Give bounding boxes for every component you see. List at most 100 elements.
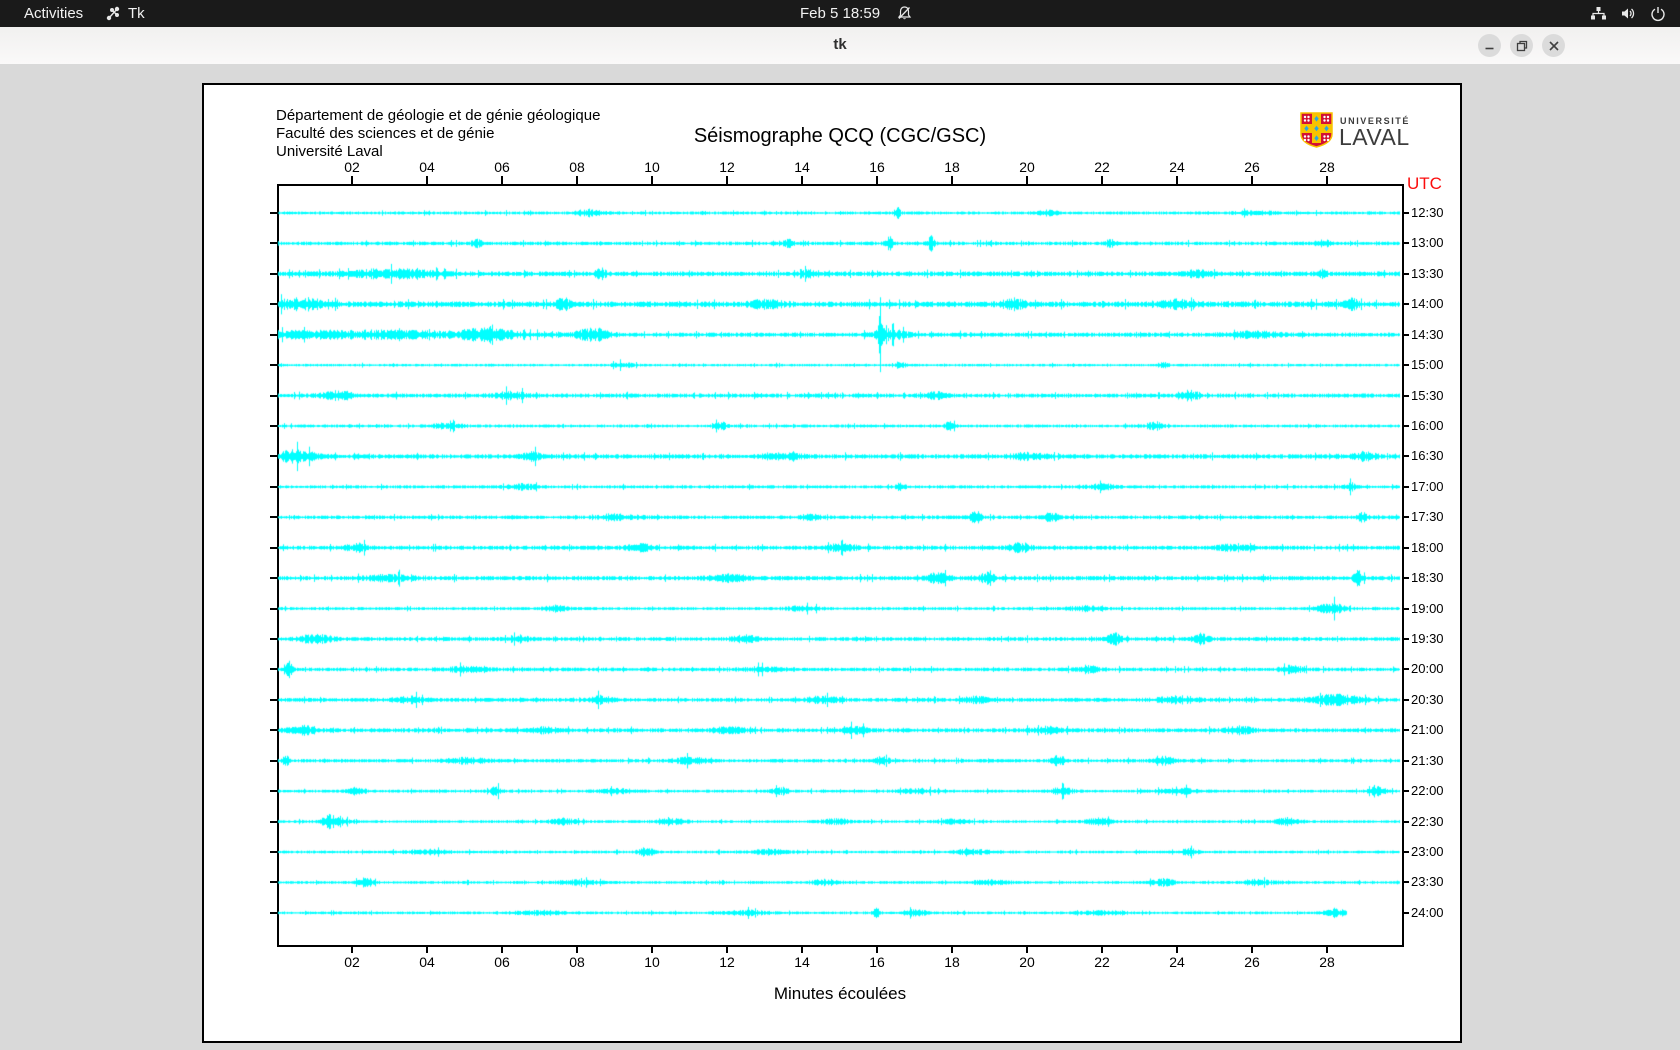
x-tick-label-bottom: 16 xyxy=(869,954,885,970)
x-tick-label-bottom: 18 xyxy=(944,954,960,970)
utc-time-label: 15:00 xyxy=(1411,357,1444,373)
utc-time-label: 22:00 xyxy=(1411,783,1444,799)
system-status-area[interactable] xyxy=(1590,0,1666,27)
window-titlebar[interactable]: tk xyxy=(0,27,1680,65)
trace-tick-right xyxy=(1402,577,1409,580)
x-tick-label-top: 12 xyxy=(719,159,735,175)
trace-tick-left xyxy=(270,851,277,854)
trace-tick-right xyxy=(1402,881,1409,884)
x-tick-label-top: 14 xyxy=(794,159,810,175)
close-button[interactable] xyxy=(1542,34,1565,57)
x-tick-label-bottom: 24 xyxy=(1169,954,1185,970)
x-tick-top xyxy=(1176,176,1178,184)
trace-tick-right xyxy=(1402,698,1409,701)
trace-tick-right xyxy=(1402,303,1409,306)
trace-tick-right xyxy=(1402,790,1409,793)
x-tick-label-bottom: 10 xyxy=(644,954,660,970)
x-tick-bottom xyxy=(426,945,428,953)
trace-tick-right xyxy=(1402,272,1409,275)
trace-tick-left xyxy=(270,790,277,793)
utc-time-label: 23:30 xyxy=(1411,874,1444,890)
utc-time-label: 12:30 xyxy=(1411,205,1444,220)
x-tick-bottom xyxy=(801,945,803,953)
trace-tick-right xyxy=(1402,546,1409,549)
trace-tick-right xyxy=(1402,668,1409,671)
x-tick-top xyxy=(1326,176,1328,184)
trace-tick-right xyxy=(1402,394,1409,397)
trace-tick-right xyxy=(1402,212,1409,214)
x-tick-label-bottom: 28 xyxy=(1319,954,1335,970)
trace-tick-right xyxy=(1402,455,1409,458)
x-tick-top xyxy=(651,176,653,184)
clock-menu[interactable]: Feb 5 18:59 xyxy=(770,0,910,27)
trace-tick-left xyxy=(270,668,277,671)
minimize-icon xyxy=(1485,47,1494,50)
trace-tick-left xyxy=(270,759,277,762)
trace-tick-left xyxy=(270,394,277,397)
trace-tick-right xyxy=(1402,485,1409,488)
x-tick-label-bottom: 26 xyxy=(1244,954,1260,970)
network-icon xyxy=(1590,6,1607,21)
x-tick-top xyxy=(426,176,428,184)
trace-tick-left xyxy=(270,911,277,914)
utc-time-label: 21:00 xyxy=(1411,722,1444,738)
x-tick-label-top: 06 xyxy=(494,159,510,175)
utc-time-label: 21:30 xyxy=(1411,752,1444,768)
trace-tick-left xyxy=(270,455,277,458)
x-tick-label-top: 10 xyxy=(644,159,660,175)
trace-tick-left xyxy=(270,820,277,823)
app-menu[interactable]: Tk xyxy=(106,0,145,27)
trace-tick-left xyxy=(270,698,277,701)
trace-tick-right xyxy=(1402,516,1409,519)
trace-tick-left xyxy=(270,272,277,275)
trace-tick-left xyxy=(270,638,277,641)
x-tick-label-top: 20 xyxy=(1019,159,1035,175)
bell-muted-icon xyxy=(896,5,914,23)
trace-tick-right xyxy=(1402,364,1409,367)
maximize-button[interactable] xyxy=(1510,34,1533,57)
trace-tick-left xyxy=(270,881,277,884)
x-tick-label-top: 22 xyxy=(1094,159,1110,175)
power-icon xyxy=(1650,6,1666,22)
trace-tick-left xyxy=(270,729,277,732)
x-tick-label-bottom: 08 xyxy=(569,954,585,970)
utc-time-label: 24:00 xyxy=(1411,904,1444,920)
trace-tick-right xyxy=(1402,911,1409,914)
activities-button[interactable]: Activities xyxy=(18,0,89,27)
x-tick-label-top: 02 xyxy=(344,159,360,175)
x-tick-top xyxy=(1251,176,1253,184)
x-tick-label-bottom: 06 xyxy=(494,954,510,970)
x-tick-bottom xyxy=(951,945,953,953)
utc-time-label: 14:30 xyxy=(1411,326,1444,342)
x-tick-top xyxy=(876,176,878,184)
x-axis-label: Minutes écoulées xyxy=(773,984,907,1003)
trace-tick-left xyxy=(270,212,277,214)
trace-tick-right xyxy=(1402,638,1409,641)
x-tick-label-bottom: 22 xyxy=(1094,954,1110,970)
utc-time-label: 20:00 xyxy=(1411,661,1444,677)
trace-tick-left xyxy=(270,425,277,427)
gnome-top-bar: Activities Tk Feb 5 18:59 xyxy=(0,0,1680,27)
minimize-button[interactable] xyxy=(1478,34,1501,57)
utc-time-label: 16:00 xyxy=(1411,418,1444,433)
close-icon xyxy=(1548,40,1559,51)
x-tick-label-top: 18 xyxy=(944,159,960,175)
x-tick-label-bottom: 12 xyxy=(719,954,735,970)
x-tick-bottom xyxy=(1326,945,1328,953)
x-tick-top xyxy=(1026,176,1028,184)
x-tick-bottom xyxy=(651,945,653,953)
trace-tick-left xyxy=(270,577,277,580)
helicorder-traces xyxy=(204,85,1460,1041)
trace-tick-left xyxy=(270,516,277,519)
utc-time-label: 15:30 xyxy=(1411,387,1444,403)
utc-time-label: 23:00 xyxy=(1411,844,1444,860)
tk-window-body: Département de géologie et de génie géol… xyxy=(0,64,1680,1050)
utc-time-label: 20:30 xyxy=(1411,691,1444,707)
x-tick-bottom xyxy=(501,945,503,953)
x-tick-label-bottom: 02 xyxy=(344,954,360,970)
x-tick-bottom xyxy=(876,945,878,953)
utc-time-label: 16:30 xyxy=(1411,448,1444,464)
x-tick-top xyxy=(501,176,503,184)
trace-tick-left xyxy=(270,242,277,245)
seismograph-canvas: Département de géologie et de génie géol… xyxy=(202,83,1462,1043)
